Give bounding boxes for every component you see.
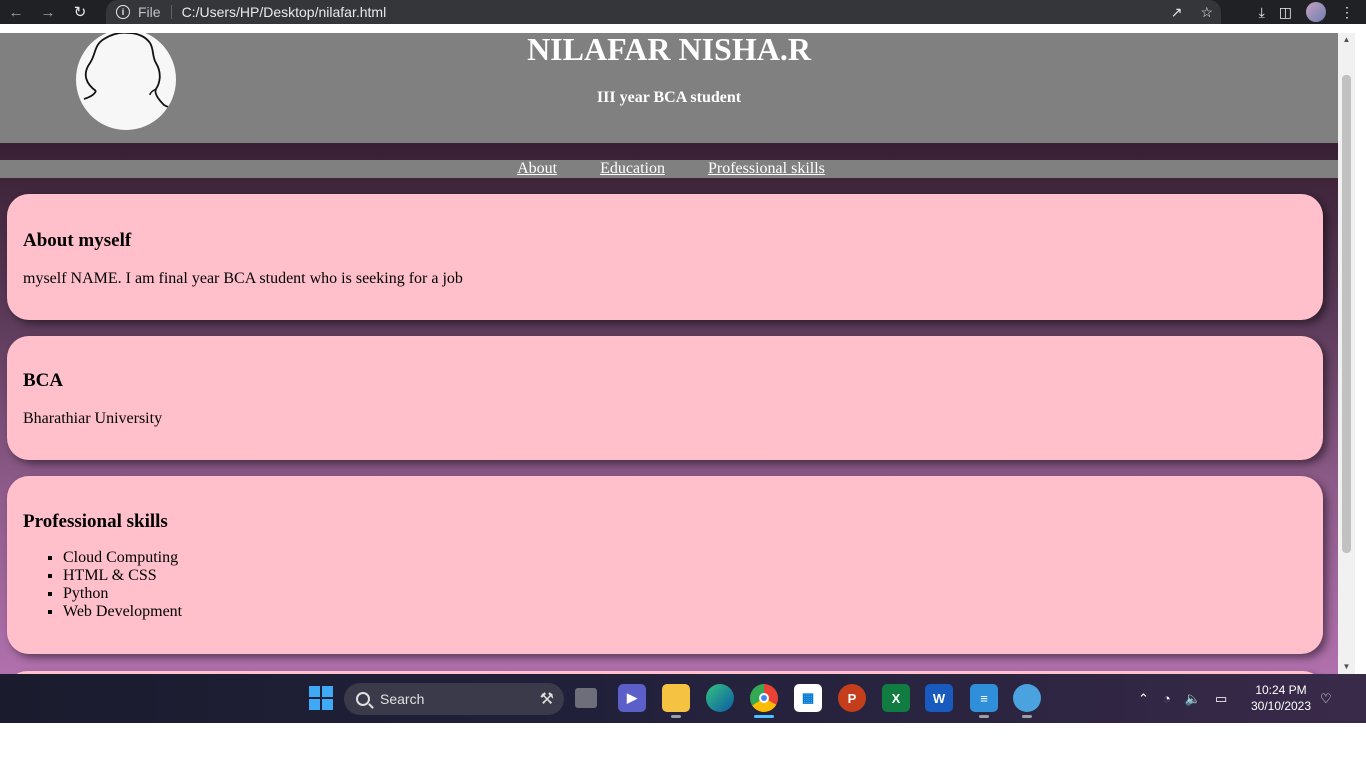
- mute-speaker-icon[interactable]: 🔈: [1185, 691, 1201, 707]
- nav-link-education[interactable]: Education: [600, 160, 665, 178]
- nav-link-about[interactable]: About: [517, 160, 557, 178]
- list-item: Python: [63, 585, 1307, 603]
- file-explorer-icon[interactable]: [662, 684, 690, 718]
- file-label: File: [138, 4, 161, 20]
- chrome-browser-icon[interactable]: [750, 684, 778, 718]
- search-icon: [356, 692, 370, 706]
- address-separator: [170, 5, 172, 19]
- running-indicator: [979, 715, 989, 718]
- page-header: NILAFAR NISHA.R III year BCA student: [0, 33, 1338, 143]
- search-label: Search: [380, 691, 425, 707]
- scroll-up-arrow-icon[interactable]: ▲: [1341, 35, 1352, 45]
- search-highlight-icon: ⚒: [539, 691, 554, 708]
- about-card: About myself myself NAME. I am final yea…: [7, 194, 1323, 320]
- task-view-icon[interactable]: [575, 688, 597, 708]
- forward-arrow-icon[interactable]: →: [32, 0, 64, 24]
- skills-heading: Professional skills: [23, 511, 168, 532]
- page-scrollbar[interactable]: ▲ ▼: [1338, 33, 1355, 674]
- info-icon[interactable]: i: [116, 5, 130, 19]
- reload-icon[interactable]: ↻: [64, 0, 96, 24]
- list-item: Web Development: [63, 603, 1307, 621]
- paint-icon[interactable]: [1013, 684, 1041, 718]
- page-title: NILAFAR NISHA.R: [527, 33, 811, 67]
- navigation-bar: About Education Professional skills: [0, 160, 1338, 178]
- page-viewport: NILAFAR NISHA.R III year BCA student Abo…: [0, 33, 1338, 674]
- menu-kebab-icon[interactable]: ⋮: [1340, 4, 1354, 21]
- start-menu-icon[interactable]: [307, 684, 335, 712]
- nav-link-professional-skills[interactable]: Professional skills: [708, 160, 825, 178]
- clock-date: 30/10/2023: [1250, 699, 1312, 713]
- powerpoint-icon[interactable]: P: [838, 684, 866, 712]
- notification-bell-icon[interactable]: ♡: [1320, 691, 1332, 707]
- skills-list: Cloud Computing HTML & CSS Python Web De…: [63, 549, 1307, 621]
- taskbar-search[interactable]: Search ⚒: [344, 683, 564, 715]
- list-item: HTML & CSS: [63, 567, 1307, 585]
- running-indicator: [671, 715, 681, 718]
- word-icon[interactable]: W: [925, 684, 953, 712]
- scrollbar-thumb[interactable]: [1342, 75, 1351, 553]
- back-arrow-icon[interactable]: ←: [0, 0, 32, 24]
- battery-icon[interactable]: ▭: [1215, 691, 1227, 707]
- active-indicator: [754, 715, 774, 718]
- side-panel-icon[interactable]: ◫: [1279, 4, 1292, 21]
- browser-toolbar: ← → ↻ i File C:/Users/HP/Desktop/nilafar…: [0, 0, 1366, 24]
- skills-card: Professional skills Cloud Computing HTML…: [7, 476, 1323, 654]
- wifi-icon[interactable]: ◔: [1163, 691, 1171, 706]
- excel-icon[interactable]: X: [882, 684, 910, 712]
- url-text[interactable]: C:/Users/HP/Desktop/nilafar.html: [182, 4, 387, 20]
- list-item: Cloud Computing: [63, 549, 1307, 567]
- windows-taskbar: Search ⚒ ▶ ▦ P X W ≡ ⌃ ◔ 🔈 ▭ 10:24 PM 30…: [0, 674, 1366, 723]
- education-text: Bharathiar University: [23, 410, 163, 427]
- address-bar[interactable]: i File C:/Users/HP/Desktop/nilafar.html …: [106, 0, 1221, 24]
- chevron-up-icon[interactable]: ⌃: [1138, 691, 1149, 707]
- clock-time: 10:24 PM: [1255, 683, 1307, 697]
- profile-avatar[interactable]: [1306, 2, 1326, 22]
- scroll-down-arrow-icon[interactable]: ▼: [1341, 662, 1352, 672]
- bookmark-star-icon[interactable]: ☆: [1200, 4, 1213, 21]
- education-heading: BCA: [23, 370, 64, 391]
- teams-chat-icon[interactable]: ▶: [618, 684, 646, 712]
- download-icon[interactable]: ⤓: [1259, 4, 1265, 21]
- about-text: myself NAME. I am final year BCA student…: [23, 270, 463, 287]
- page-subtitle: III year BCA student: [596, 89, 742, 106]
- microsoft-store-icon[interactable]: ▦: [794, 684, 822, 712]
- taskbar-clock[interactable]: 10:24 PM 30/10/2023: [1246, 682, 1316, 714]
- notepad-icon[interactable]: ≡: [970, 684, 998, 718]
- share-icon[interactable]: ↗: [1171, 4, 1183, 21]
- about-heading: About myself: [23, 230, 132, 251]
- running-indicator: [1022, 715, 1032, 718]
- education-card: BCA Bharathiar University: [7, 336, 1323, 460]
- edge-browser-icon[interactable]: [706, 684, 734, 712]
